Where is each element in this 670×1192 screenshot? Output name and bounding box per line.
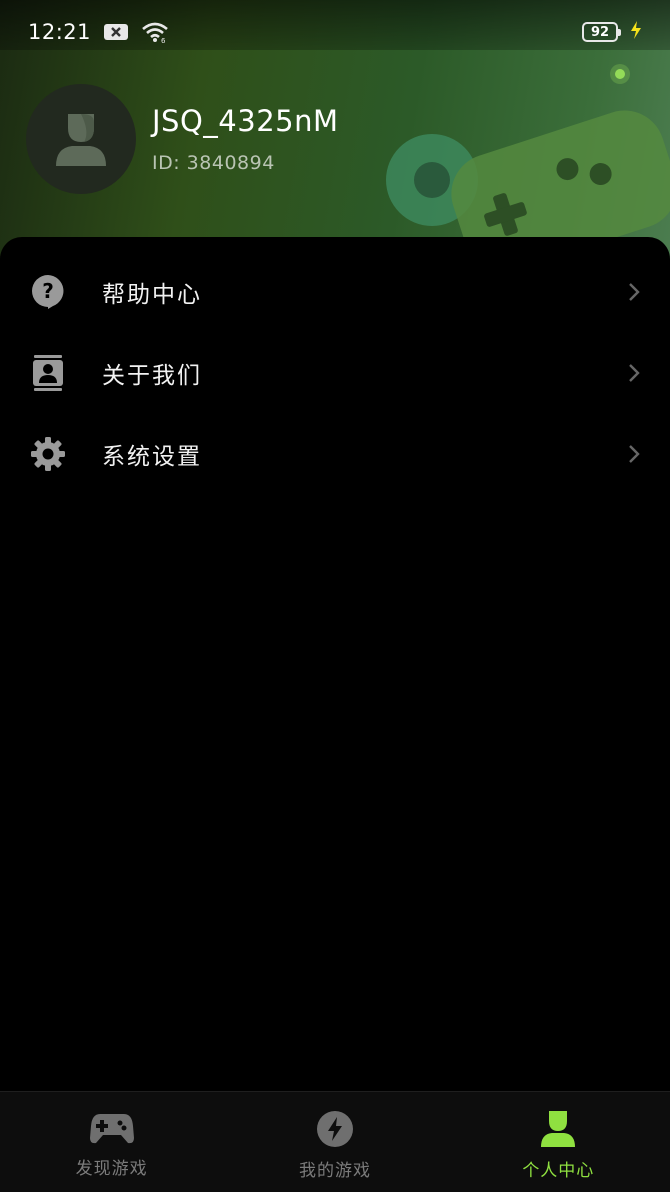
lightning-icon — [316, 1110, 354, 1152]
chevron-right-icon — [628, 282, 640, 302]
tab-label: 我的游戏 — [298, 1161, 371, 1181]
svg-text:?: ? — [42, 279, 54, 303]
help-icon: ? — [30, 274, 66, 310]
tab-label: 发现游戏 — [75, 1159, 148, 1179]
menu-item-about-us[interactable]: 关于我们 — [0, 332, 670, 413]
charging-icon — [630, 21, 642, 43]
wifi-icon: 6 — [141, 21, 169, 43]
menu-item-system-settings[interactable]: 系统设置 — [0, 413, 670, 494]
person-icon — [540, 1110, 576, 1152]
gear-icon — [30, 436, 66, 472]
tab-label: 个人中心 — [522, 1161, 595, 1181]
notification-icon — [103, 22, 129, 42]
profile-header: 12:21 6 92 JSQ_4325nM ID: 3840894 — [0, 0, 670, 270]
avatar[interactable] — [26, 84, 136, 194]
bottom-tab-bar: 发现游戏 我的游戏 个人中心 — [0, 1091, 670, 1192]
menu-label: 关于我们 — [102, 362, 202, 389]
gamepad-decoration-icon — [386, 64, 670, 260]
menu-label: 系统设置 — [102, 443, 202, 470]
username: JSQ_4325nM — [152, 104, 339, 138]
avatar-person-icon — [56, 114, 106, 166]
menu-panel: ? 帮助中心 关于我们 系统设置 — [0, 237, 670, 1092]
tab-profile-center[interactable]: 个人中心 — [447, 1092, 670, 1192]
tab-my-games[interactable]: 我的游戏 — [223, 1092, 446, 1192]
status-bar: 12:21 6 92 — [0, 0, 670, 64]
svg-text:6: 6 — [161, 37, 166, 43]
contact-card-icon — [30, 354, 66, 391]
user-profile[interactable]: JSQ_4325nM ID: 3840894 — [26, 84, 339, 194]
menu-item-help-center[interactable]: ? 帮助中心 — [0, 251, 670, 332]
menu-label: 帮助中心 — [102, 281, 202, 308]
gamepad-icon — [89, 1110, 134, 1150]
chevron-right-icon — [628, 444, 640, 464]
user-id: ID: 3840894 — [152, 152, 275, 174]
tab-discover-games[interactable]: 发现游戏 — [0, 1092, 223, 1192]
chevron-right-icon — [628, 363, 640, 383]
battery-indicator: 92 — [582, 22, 621, 42]
battery-level: 92 — [590, 24, 610, 40]
status-time: 12:21 — [28, 20, 92, 44]
